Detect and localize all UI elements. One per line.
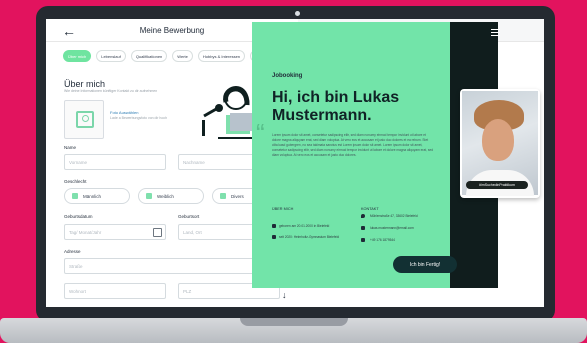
contact-title: KONTAKT (361, 207, 379, 211)
birthplace-label: Geburtsort (178, 214, 200, 219)
birthplace-placeholder: Land, Ort (183, 229, 202, 235)
finish-button[interactable]: Ich bin Fertig! (393, 256, 457, 273)
about-item-1: geboren am 20.01.2000 in Bielefeld (279, 224, 330, 228)
address-label: Adresse (64, 249, 81, 254)
back-arrow-icon[interactable]: ← (62, 23, 76, 39)
hamburger-icon[interactable] (491, 27, 500, 36)
hashtag-badge: #imSuchedinPraktikum (466, 181, 528, 189)
camera-dot (295, 11, 300, 16)
gender-label: Geschlecht (64, 179, 87, 184)
tab-qualifikationen[interactable]: Qualifikationen (130, 50, 168, 62)
photo-upload-link[interactable]: Foto Auswählen (110, 110, 138, 115)
about-item-2: seit 2020: Helmholtz-Gymnasium Bielefeld (279, 235, 340, 239)
photo-upload-hint: Lade a Bewerbungsfoto von dir hoch (110, 116, 168, 120)
contact-email: lukas.mustermann@email.com (370, 226, 414, 230)
section-title: Über mich (64, 79, 106, 89)
birthdate-label: Geburtsdatum (64, 214, 93, 219)
tab-bar: Über mich Lebenslauf Qualifikationen Wer… (63, 50, 275, 62)
laptop-notch (240, 318, 348, 326)
section-hint: Wie deine Informationen künftiger Kontak… (64, 89, 158, 93)
profile-photo-card: #imSuchedinPraktikum (460, 89, 540, 198)
location-icon (361, 214, 365, 218)
street-input[interactable]: Straße (64, 258, 280, 274)
tab-ueber-mich[interactable]: Über mich (63, 50, 92, 62)
face-shape (482, 119, 514, 161)
mail-icon (361, 226, 365, 230)
checkbox-icon (146, 193, 152, 199)
first-name-input[interactable]: Vorname (64, 154, 166, 170)
calendar-icon[interactable] (153, 228, 162, 237)
quote-icon: “ (256, 118, 265, 148)
gender-female-label: Weiblich (157, 193, 174, 199)
birthdate-placeholder: Tag/ Monat/Jahr (69, 229, 102, 235)
gender-option-male[interactable]: Männlich (64, 188, 130, 204)
photo-upload-box[interactable] (64, 100, 104, 139)
contact-address: Mühlenstraße 47, 33602 Bielefeld (370, 214, 418, 218)
tab-lebenslauf[interactable]: Lebenslauf (96, 50, 126, 62)
scroll-down-icon[interactable]: ↓ (282, 290, 287, 300)
name-label: Name (64, 145, 77, 150)
person-icon (76, 111, 94, 128)
birth-icon (272, 224, 276, 228)
preview-headline: Hi, ich bin Lukas Mustermann. (272, 89, 400, 124)
checkbox-icon (220, 193, 226, 199)
birthdate-input[interactable]: Tag/ Monat/Jahr (64, 224, 166, 240)
about-title: ÜBER MICH (272, 207, 294, 211)
tab-werte[interactable]: Werte (172, 50, 193, 62)
profile-photo (462, 91, 538, 196)
gender-diverse-label: Divers (231, 193, 244, 199)
checkbox-icon (72, 193, 78, 199)
gender-option-female[interactable]: Weiblich (138, 188, 204, 204)
gender-male-label: Männlich (83, 193, 102, 199)
school-icon (272, 235, 276, 239)
phone-icon (361, 238, 365, 242)
contact-phone: +49 176 1879544 (370, 238, 395, 242)
tab-hobbys[interactable]: Hobbys & Interessen (197, 50, 246, 62)
brand-logo-text: Jobooking (272, 73, 303, 79)
city-input[interactable]: Wohnort (64, 283, 166, 299)
preview-paragraph: Lorem ipsum dolor sit amet, consetetur s… (272, 133, 434, 157)
